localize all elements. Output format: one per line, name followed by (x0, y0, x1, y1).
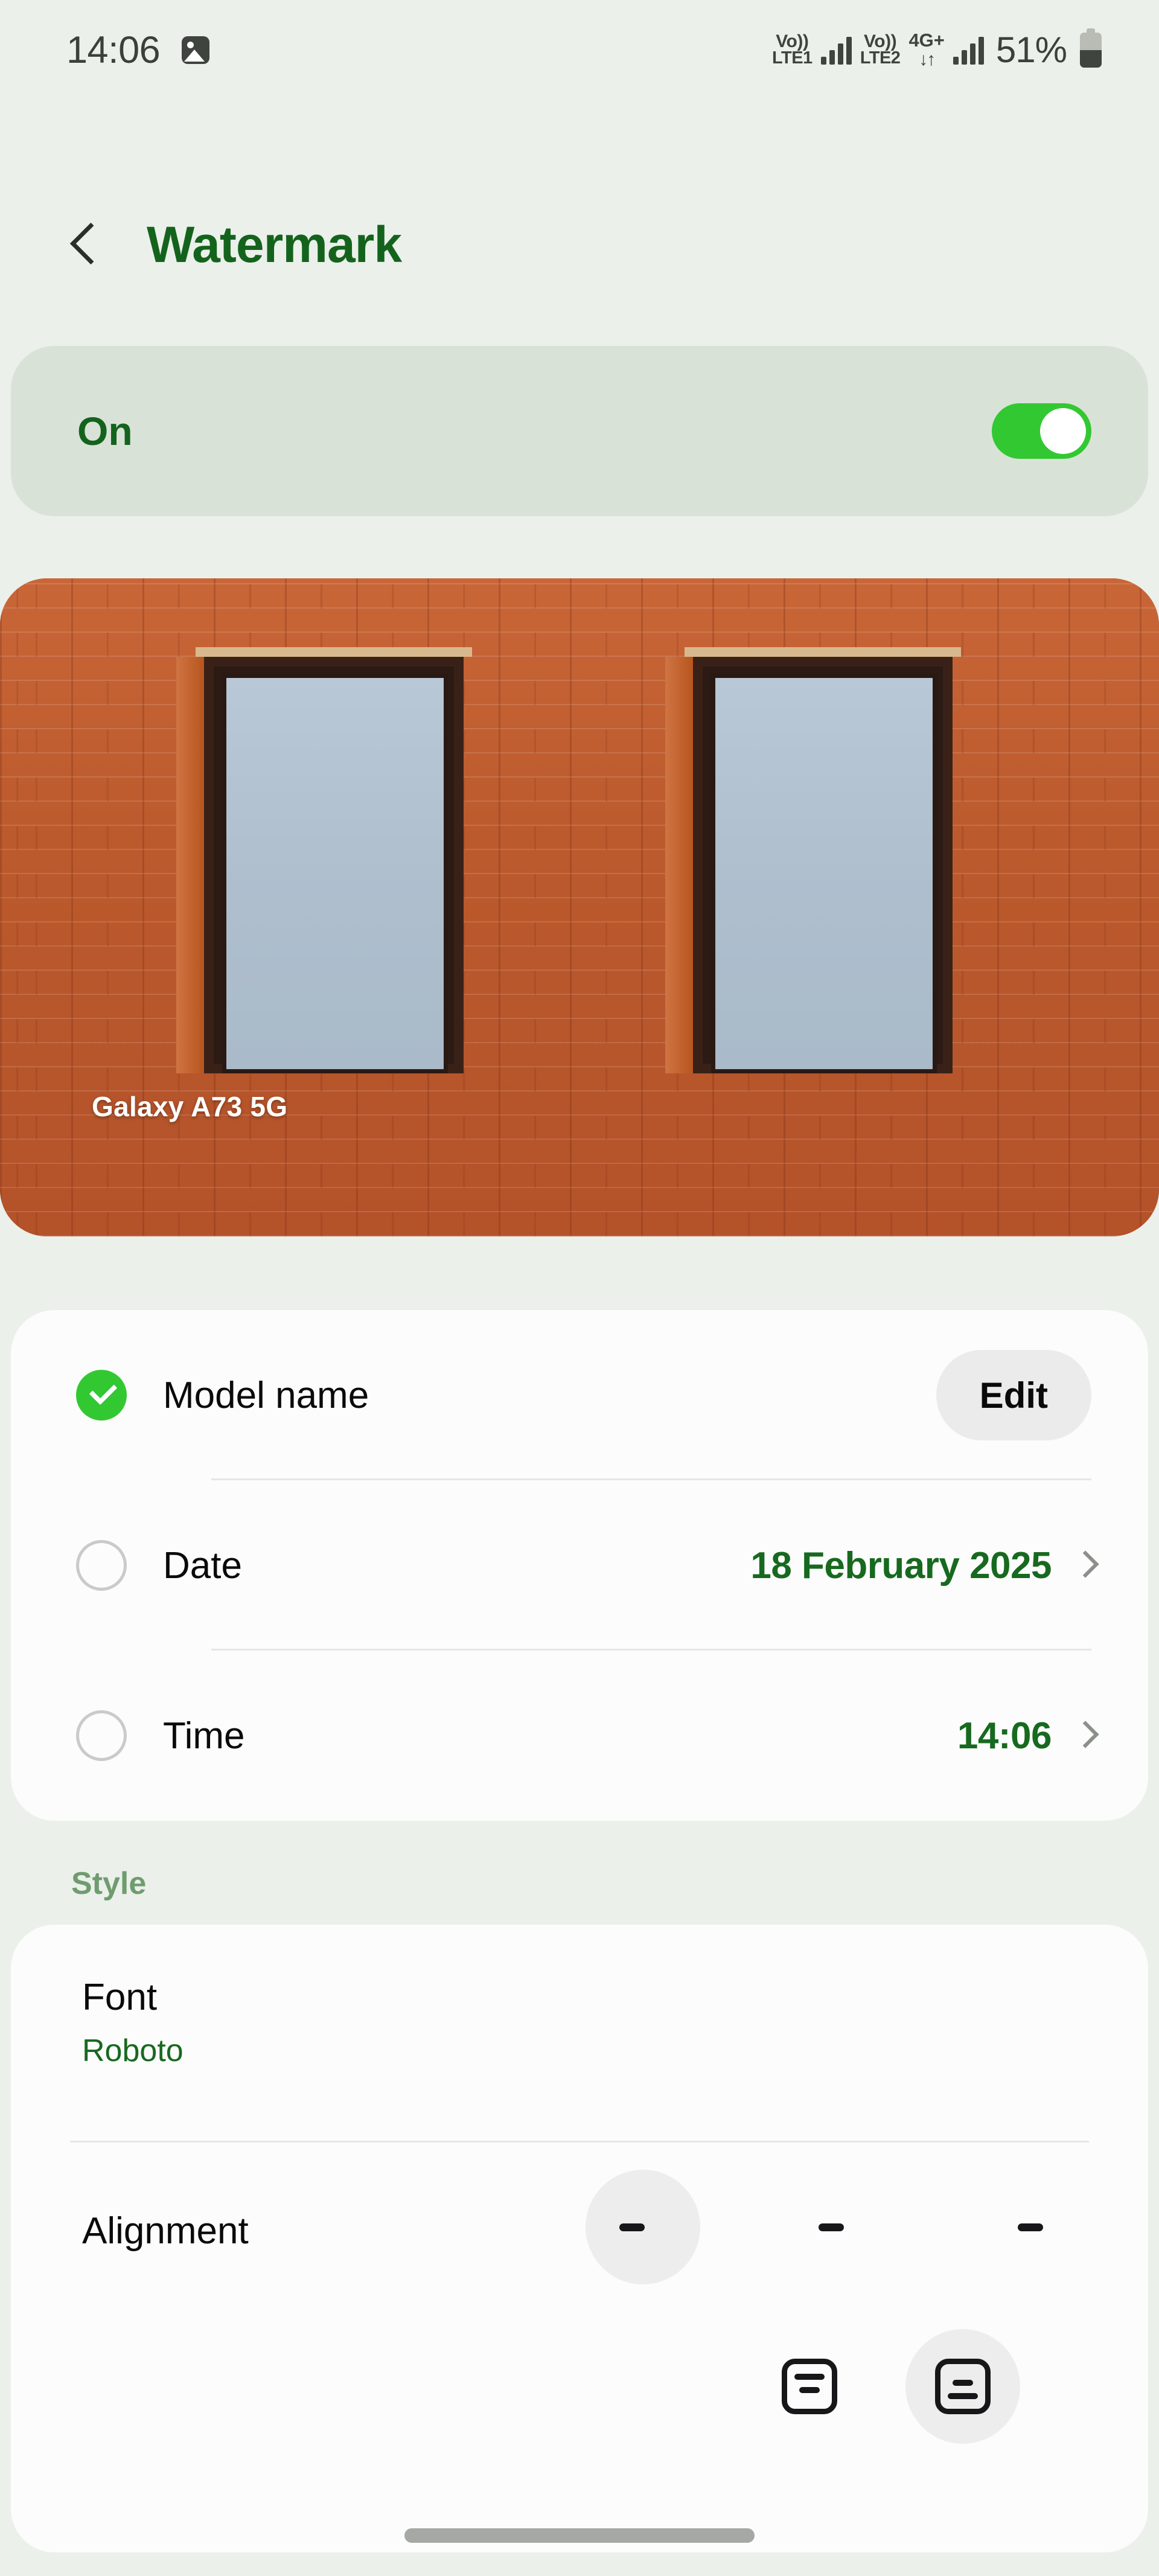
volte-sim1-icon: Vo)) LTE1 (772, 33, 813, 66)
align-right-icon (996, 2205, 1043, 2250)
signal-bars-sim1-icon (820, 36, 852, 65)
master-toggle-label: On (77, 409, 133, 453)
checkbox-model-name[interactable] (76, 1370, 127, 1421)
checkbox-time[interactable] (76, 1710, 127, 1761)
row-date[interactable]: Date 18 February 2025 (11, 1480, 1148, 1651)
back-chevron-icon[interactable] (68, 222, 95, 267)
position-bottom-button[interactable] (905, 2329, 1020, 2444)
battery-percent-label: 51% (995, 30, 1067, 70)
chevron-right-icon-date[interactable] (1076, 1552, 1091, 1579)
row-font-value: Roboto (82, 2033, 184, 2068)
volte-sim1-line2: LTE1 (771, 48, 813, 68)
position-top-icon (782, 2359, 837, 2414)
home-gesture-bar[interactable] (404, 2528, 755, 2543)
row-alignment: Alignment (11, 2143, 1148, 2318)
row-time[interactable]: Time 14:06 (11, 1651, 1148, 1821)
window-right-sill (685, 647, 961, 657)
window-left (176, 647, 472, 1073)
data-transfer-arrows-icon: ↓↑ (919, 50, 936, 69)
watermark-preview-image: Galaxy A73 5G (0, 578, 1159, 1236)
volte-sim2-line1: Vo)) (864, 31, 897, 52)
edit-model-name-button[interactable]: Edit (936, 1350, 1091, 1440)
row-position (11, 2318, 1148, 2517)
divider-after-font (70, 2141, 1089, 2143)
window-left-reveal (176, 657, 204, 1073)
signal-bars-sim2-icon (953, 36, 984, 65)
watermark-settings-screen: 14:06 Vo)) LTE1 Vo)) LTE2 4G+ ↓↑ 51% Wat… (0, 0, 1159, 2576)
window-right-glass (711, 674, 937, 1073)
position-bottom-icon (935, 2359, 991, 2414)
status-bar: 14:06 Vo)) LTE1 Vo)) LTE2 4G+ ↓↑ 51% (0, 0, 1159, 100)
status-bar-right: Vo)) LTE1 Vo)) LTE2 4G+ ↓↑ 51% (772, 28, 1102, 71)
align-right-button[interactable] (962, 2170, 1077, 2284)
align-left-icon (619, 2205, 666, 2250)
position-options (752, 2329, 1020, 2444)
volte-sim2-line2: LTE2 (860, 48, 901, 68)
toggle-knob (1040, 408, 1086, 454)
network-type-label: 4G+ (908, 30, 945, 51)
row-font[interactable]: Font Roboto (11, 1925, 1148, 2143)
page-header: Watermark (0, 199, 1159, 290)
row-alignment-label: Alignment (82, 2210, 249, 2252)
align-center-button[interactable] (774, 2170, 889, 2284)
checkbox-date[interactable] (76, 1540, 127, 1591)
row-model-name-label: Model name (163, 1374, 369, 1416)
page-title: Watermark (147, 216, 402, 273)
window-left-sill (196, 647, 472, 657)
master-toggle-switch[interactable] (992, 403, 1091, 459)
window-right-reveal (665, 657, 693, 1073)
row-time-label: Time (163, 1715, 245, 1757)
position-top-button[interactable] (752, 2329, 867, 2444)
network-type-icon: 4G+ ↓↑ (908, 31, 944, 69)
row-date-label: Date (163, 1544, 242, 1587)
status-clock: 14:06 (66, 28, 161, 71)
gallery-icon (182, 36, 210, 64)
watermark-elements-card: Model name Edit Date 18 February 2025 Ti… (11, 1310, 1148, 1821)
watermark-master-toggle-card[interactable]: On (11, 346, 1148, 516)
row-date-value: 18 February 2025 (750, 1544, 1052, 1587)
align-left-button[interactable] (586, 2170, 700, 2284)
status-bar-left: 14:06 (66, 28, 210, 72)
style-section-header: Style (71, 1866, 147, 1901)
battery-icon (1080, 28, 1102, 68)
volte-sim1-line1: Vo)) (776, 31, 809, 52)
window-right (665, 647, 961, 1073)
row-time-value: 14:06 (957, 1715, 1052, 1757)
brick-wall-offset-rows (0, 578, 1159, 1236)
volte-sim2-icon: Vo)) LTE2 (860, 33, 901, 66)
row-font-label: Font (82, 1977, 158, 2018)
row-model-name[interactable]: Model name Edit (11, 1310, 1148, 1480)
watermark-overlay-text: Galaxy A73 5G (92, 1091, 288, 1122)
style-card: Font Roboto Alignment (11, 1925, 1148, 2552)
align-center-icon (808, 2205, 855, 2250)
alignment-options (586, 2170, 1077, 2284)
window-left-glass (222, 674, 448, 1073)
chevron-right-icon-time[interactable] (1076, 1722, 1091, 1749)
